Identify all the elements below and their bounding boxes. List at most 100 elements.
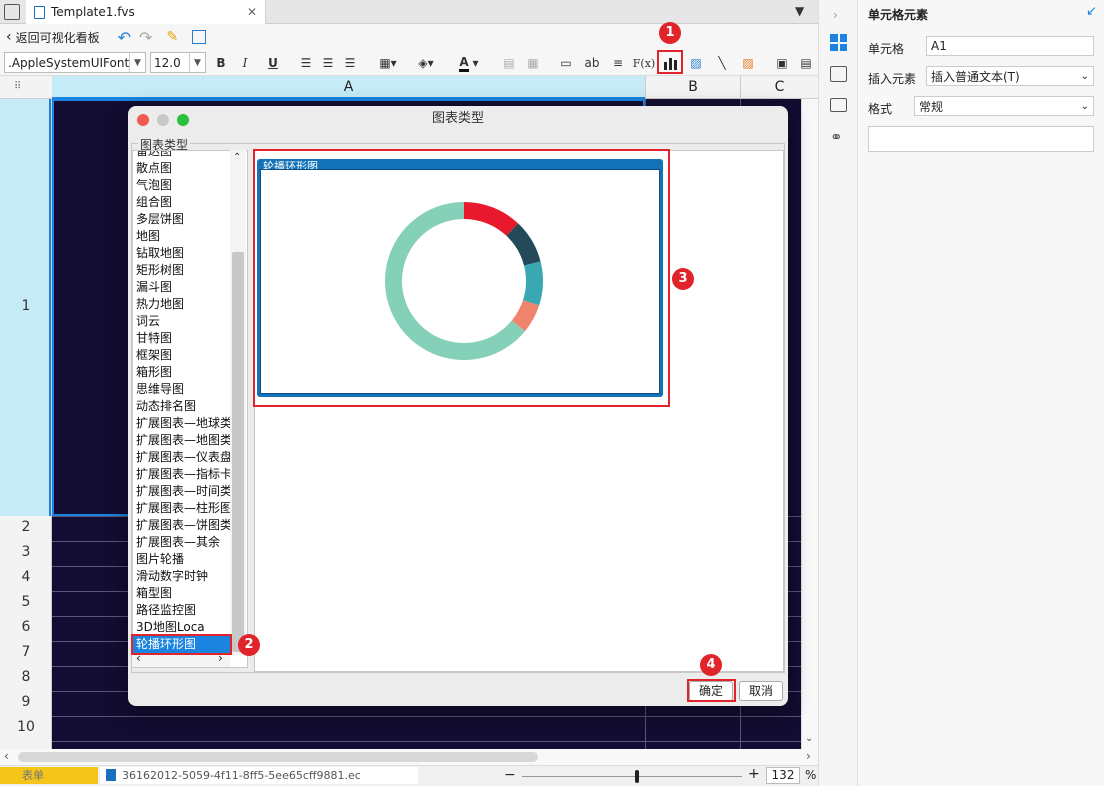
border-icon[interactable]: ▦▾ bbox=[374, 53, 402, 73]
row-number[interactable]: 6 bbox=[0, 619, 52, 635]
undo-icon[interactable]: ↶ bbox=[118, 28, 131, 47]
align-left-icon[interactable]: ☰ bbox=[297, 53, 315, 73]
wrap-text-icon[interactable]: ▭ bbox=[556, 53, 576, 73]
chart-type-list-item[interactable]: 扩展图表—饼图类 bbox=[133, 517, 233, 534]
zoom-input[interactable]: 132 bbox=[766, 767, 800, 784]
chart-type-list-item[interactable]: 框架图 bbox=[133, 347, 233, 364]
merge-cells-icon[interactable]: ▤ bbox=[500, 53, 518, 73]
chart-type-list-item[interactable]: 热力地图 bbox=[133, 296, 233, 313]
bold-button[interactable]: B bbox=[212, 53, 230, 73]
cell-element-tab-icon[interactable] bbox=[830, 34, 847, 51]
chart-type-list-item[interactable]: 扩展图表—地图类 bbox=[133, 432, 233, 449]
font-color-icon[interactable]: A ▾ bbox=[452, 53, 486, 73]
chart-type-list-item[interactable]: 地图 bbox=[133, 228, 233, 245]
column-header-A[interactable]: A bbox=[52, 76, 645, 99]
format-select[interactable]: 常规 ⌄ bbox=[914, 96, 1094, 116]
chart-type-list-item[interactable]: 钻取地图 bbox=[133, 245, 233, 262]
widget-tab-icon[interactable] bbox=[830, 98, 847, 112]
formula-button[interactable]: F(x) bbox=[632, 53, 656, 73]
scroll-thumb[interactable] bbox=[18, 752, 538, 762]
row-number[interactable]: 4 bbox=[0, 569, 52, 585]
chart-type-list-item[interactable]: 箱形图 bbox=[133, 364, 233, 381]
cell-attribute-tab-icon[interactable] bbox=[830, 66, 847, 82]
row-number[interactable]: 1 bbox=[0, 298, 52, 314]
font-size-select[interactable]: 12.0 ▼ bbox=[150, 52, 206, 73]
zoom-slider-thumb[interactable] bbox=[635, 770, 639, 783]
format-detail-field[interactable] bbox=[868, 126, 1094, 152]
cell-input[interactable]: A1 bbox=[926, 36, 1094, 56]
chart-type-list-item[interactable]: 雷达图 bbox=[133, 151, 233, 160]
column-header-C[interactable]: C bbox=[740, 76, 818, 99]
dropdown-menu-icon[interactable]: ▼ bbox=[795, 4, 804, 18]
expand-icon[interactable]: ↙ bbox=[1086, 4, 1097, 19]
list-scroll-thumb[interactable] bbox=[232, 252, 244, 652]
insert-element-select[interactable]: 插入普通文本(T) ⌄ bbox=[926, 66, 1094, 86]
insert-slash-icon[interactable]: ╲ bbox=[712, 53, 732, 73]
chart-type-list-item[interactable]: 扩展图表—其余 bbox=[133, 534, 233, 551]
chart-type-list-item[interactable]: 思维导图 bbox=[133, 381, 233, 398]
chart-type-list-item[interactable]: 多层饼图 bbox=[133, 211, 233, 228]
underline-button[interactable]: U bbox=[264, 53, 282, 73]
zoom-out-button[interactable]: − bbox=[504, 767, 516, 783]
chart-type-list-item[interactable]: 扩展图表—地球类 bbox=[133, 415, 233, 432]
chart-type-list-item[interactable]: 路径监控图 bbox=[133, 602, 233, 619]
font-family-select[interactable]: .AppleSystemUIFont ▼ bbox=[4, 52, 146, 73]
close-icon[interactable]: ✕ bbox=[247, 5, 257, 19]
chart-type-list-item[interactable]: 组合图 bbox=[133, 194, 233, 211]
vertical-scrollbar[interactable]: ⌄ bbox=[801, 99, 818, 749]
chart-type-list-item[interactable]: 动态排名图 bbox=[133, 398, 233, 415]
back-button[interactable]: ‹ 返回可视化看板 bbox=[6, 29, 100, 46]
redo-icon[interactable]: ↷ bbox=[139, 28, 152, 47]
preview-icon[interactable] bbox=[192, 30, 207, 44]
chart-type-list-item[interactable]: 词云 bbox=[133, 313, 233, 330]
row-number[interactable]: 2 bbox=[0, 519, 52, 535]
horizontal-scrollbar[interactable]: ‹ › bbox=[0, 749, 818, 765]
chevron-right-icon[interactable]: › bbox=[806, 749, 811, 763]
list-horizontal-scrollbar[interactable]: ‹ › bbox=[132, 651, 230, 667]
cancel-button[interactable]: 取消 bbox=[739, 681, 783, 701]
select-all-icon[interactable]: ⠿ bbox=[14, 81, 21, 92]
sheet-tab[interactable]: 表单 bbox=[0, 767, 98, 784]
fill-color-icon[interactable]: ◈▾ bbox=[412, 53, 440, 73]
chevron-up-icon[interactable]: ⌃ bbox=[233, 152, 241, 163]
template-list-icon[interactable] bbox=[4, 4, 20, 20]
zoom-slider[interactable] bbox=[522, 776, 742, 777]
row-number[interactable]: 9 bbox=[0, 694, 52, 710]
chevron-right-icon[interactable]: › bbox=[833, 8, 838, 22]
row-number[interactable]: 10 bbox=[0, 719, 52, 735]
link-icon[interactable]: ⚭ bbox=[830, 128, 843, 146]
file-tab[interactable]: 36162012-5059-4f11-8ff5-5ee65cff9881.ec bbox=[100, 767, 418, 784]
chart-type-list-item[interactable]: 气泡图 bbox=[133, 177, 233, 194]
insert-image-icon[interactable]: ▨ bbox=[686, 53, 706, 73]
chart-type-list-item[interactable]: 甘特图 bbox=[133, 330, 233, 347]
italic-button[interactable]: I bbox=[236, 53, 254, 73]
template-tab[interactable]: Template1.fvs ✕ bbox=[26, 0, 266, 24]
chevron-down-icon[interactable]: ⌄ bbox=[805, 733, 813, 744]
align-right-icon[interactable]: ☰ bbox=[341, 53, 359, 73]
chart-type-list-item[interactable]: 扩展图表—仪表盘 bbox=[133, 449, 233, 466]
row-number[interactable]: 8 bbox=[0, 669, 52, 685]
sheet-icon[interactable]: ▤ bbox=[797, 53, 815, 73]
split-cells-icon[interactable]: ▦ bbox=[524, 53, 542, 73]
insert-background-icon[interactable]: ▨ bbox=[738, 53, 758, 73]
chart-type-list-item[interactable]: 箱型图 bbox=[133, 585, 233, 602]
align-center-icon[interactable]: ☰ bbox=[319, 53, 337, 73]
chart-type-list-item[interactable]: 矩形树图 bbox=[133, 262, 233, 279]
list-vertical-scrollbar[interactable]: ⌃ bbox=[230, 150, 246, 655]
row-number[interactable]: 5 bbox=[0, 594, 52, 610]
indent-icon[interactable]: ≡ bbox=[608, 53, 628, 73]
chart-type-list-item[interactable]: 扩展图表—时间类 bbox=[133, 483, 233, 500]
chevron-left-icon[interactable]: ‹ bbox=[4, 749, 9, 763]
chart-type-list-item[interactable]: 扩展图表—柱形图 bbox=[133, 500, 233, 517]
chart-type-list-item[interactable]: 滑动数字时钟 bbox=[133, 568, 233, 585]
column-header-B[interactable]: B bbox=[645, 76, 740, 99]
text-ab-icon[interactable]: ab bbox=[582, 53, 602, 73]
chart-type-list-item[interactable]: 漏斗图 bbox=[133, 279, 233, 296]
chart-type-list-item[interactable]: 扩展图表—指标卡 bbox=[133, 466, 233, 483]
format-painter-icon[interactable]: ✎ bbox=[166, 29, 178, 45]
chart-type-list-item[interactable]: 图片轮播 bbox=[133, 551, 233, 568]
zoom-in-button[interactable]: + bbox=[748, 766, 760, 782]
layout-icon[interactable]: ▣ bbox=[772, 53, 792, 73]
row-number[interactable]: 3 bbox=[0, 544, 52, 560]
row-number[interactable]: 7 bbox=[0, 644, 52, 660]
